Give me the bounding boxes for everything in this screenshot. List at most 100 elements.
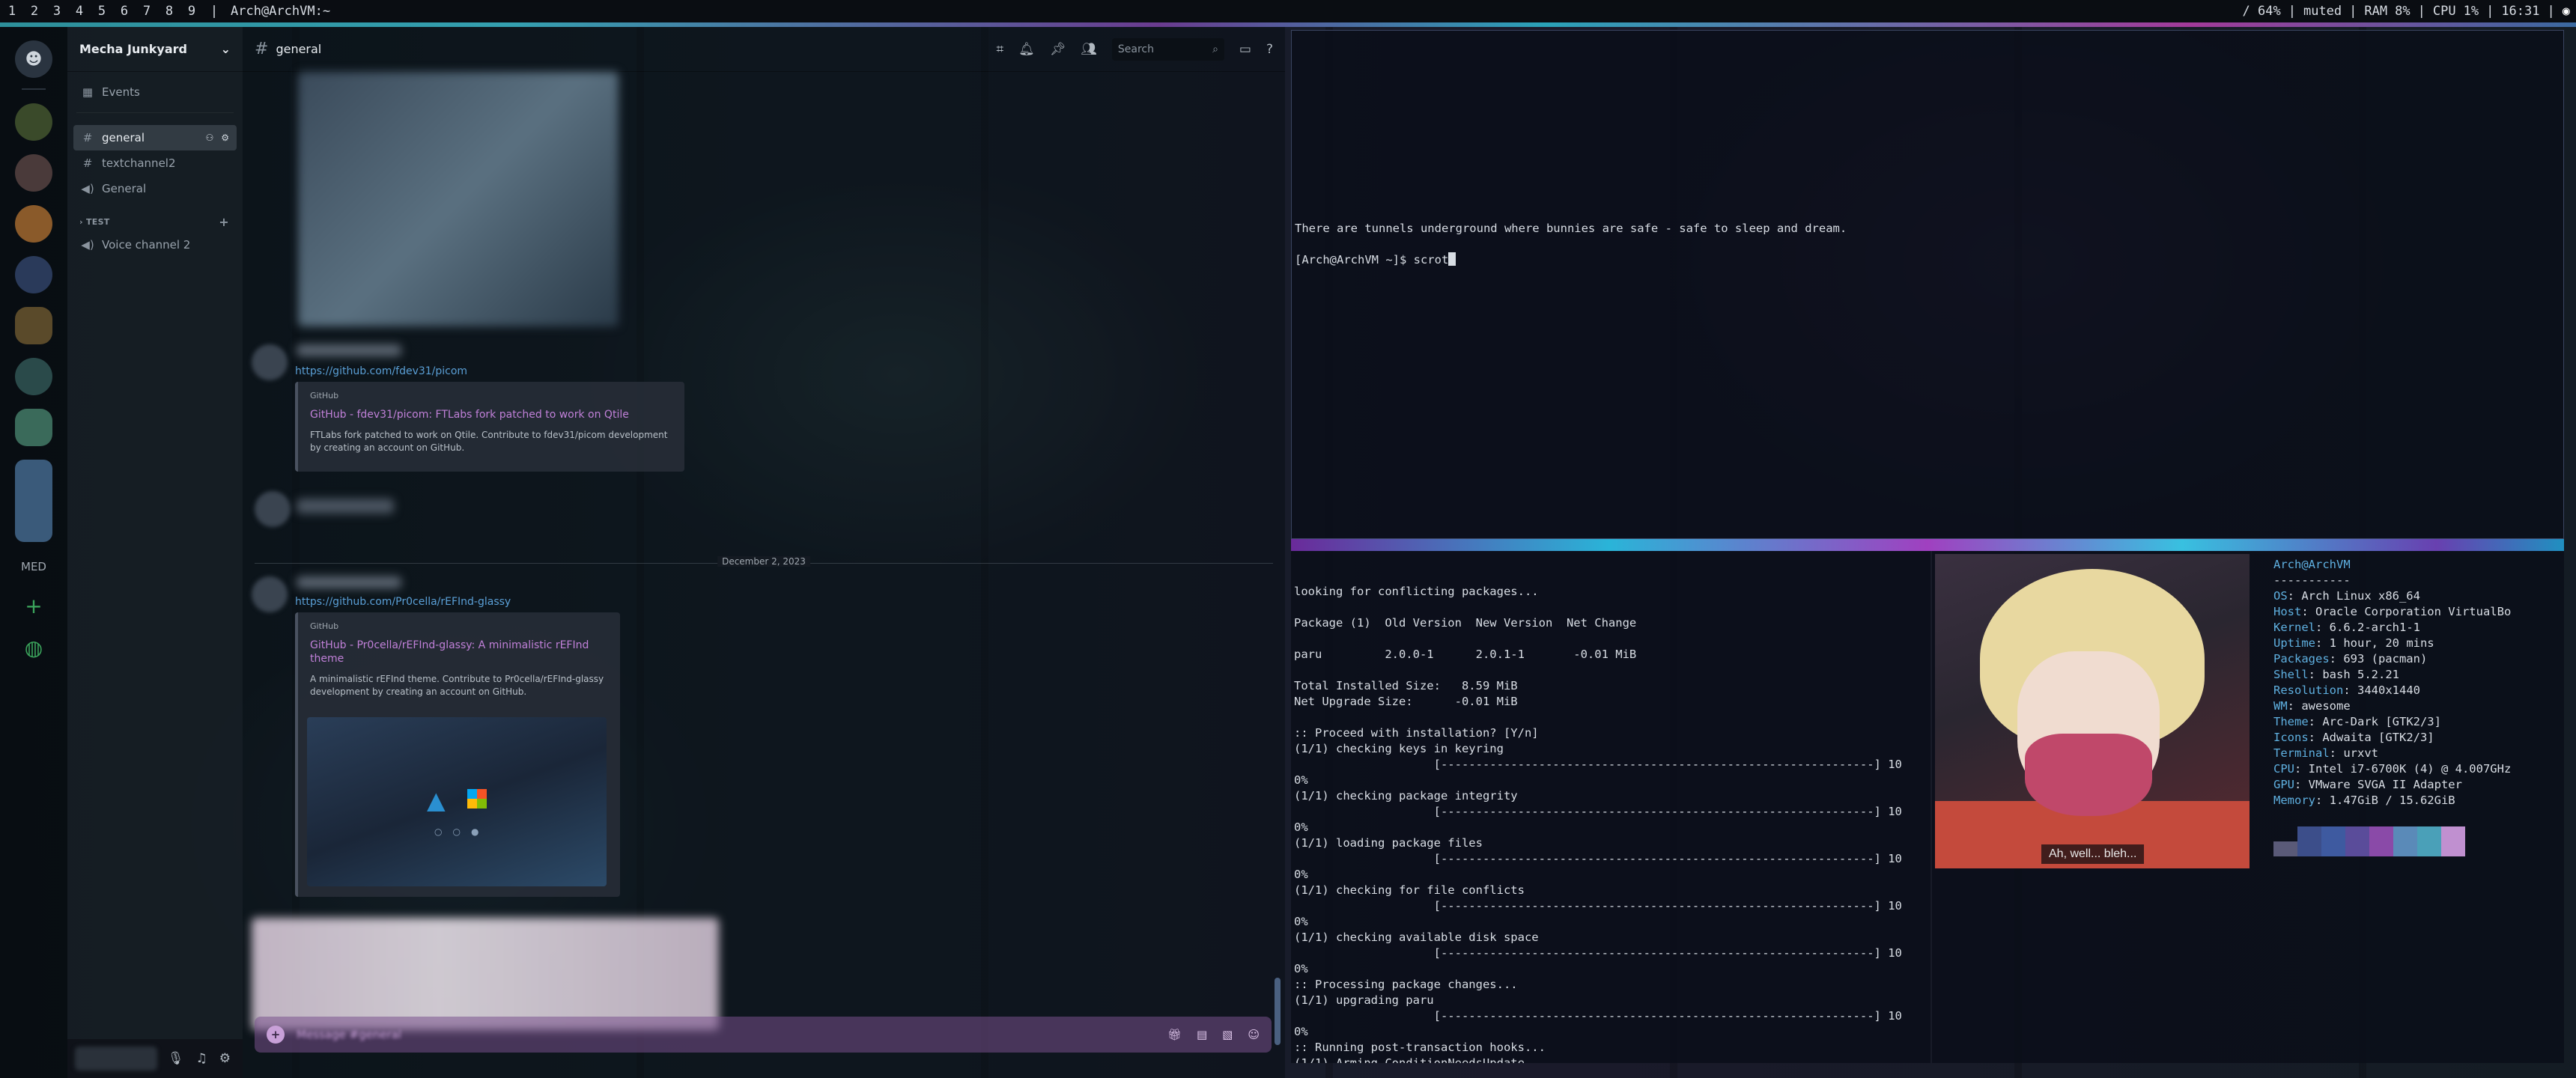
- neofetch-row: GPU: VMware SVGA II Adapter: [2273, 778, 2462, 791]
- search-placeholder: Search: [1117, 43, 1155, 55]
- guild-separator: [22, 88, 46, 90]
- guild-icon[interactable]: [15, 256, 52, 293]
- terminal-line: 0%: [1294, 915, 1308, 928]
- message-input[interactable]: + Message #general 🎁︎ ▤ ▧ ☺: [255, 1017, 1272, 1053]
- notification-bell-icon[interactable]: 🔔︎: [1018, 42, 1035, 57]
- embed-title[interactable]: GitHub - fdev31/picom: FTLabs fork patch…: [310, 408, 672, 421]
- workspace-7[interactable]: 7: [141, 4, 153, 19]
- workspace-1[interactable]: 1: [6, 4, 18, 19]
- help-icon[interactable]: ?: [1266, 42, 1273, 57]
- status-segment: |: [2417, 4, 2425, 19]
- calendar-icon: ▦: [82, 85, 94, 99]
- avatar[interactable]: [255, 491, 291, 527]
- gift-icon[interactable]: 🎁︎: [1167, 1028, 1182, 1041]
- channel-header: # general ⌗ 🔔︎ 📌︎ 👥︎ Search ⌕ ▭ ?: [243, 27, 1285, 72]
- neofetch-row: Uptime: 1 hour, 20 mins: [2273, 636, 2434, 650]
- guild-icon[interactable]: [15, 103, 52, 141]
- pin-icon[interactable]: 📌︎: [1050, 42, 1066, 57]
- discord-home-icon[interactable]: ☻: [15, 40, 52, 78]
- terminal-line: :: Processing package changes...: [1294, 978, 1518, 991]
- embed-provider: GitHub: [310, 621, 339, 631]
- category-header[interactable]: › TEST +: [67, 201, 243, 232]
- invite-icon[interactable]: ⚇: [205, 133, 213, 143]
- server-header[interactable]: Mecha Junkyard ⌄: [67, 27, 243, 72]
- terminal-line: :: Running post-transaction hooks...: [1294, 1041, 1546, 1054]
- channel-item-general[interactable]: # general ⚇ ⚙: [73, 125, 237, 150]
- embed-description: FTLabs fork patched to work on Qtile. Co…: [310, 430, 668, 453]
- terminal-line: looking for conflicting packages...: [1294, 585, 1539, 598]
- workspace-list: 1 2 3 4 5 6 7 8 9 |: [6, 4, 220, 19]
- workspace-2[interactable]: 2: [28, 4, 40, 19]
- date-divider-label: December 2, 2023: [717, 556, 810, 567]
- workspace-8[interactable]: 8: [163, 4, 175, 19]
- emoji-icon[interactable]: ☺: [1248, 1028, 1260, 1041]
- guild-icon-active[interactable]: [15, 409, 52, 446]
- blurred-image-attachment[interactable]: [252, 918, 719, 1030]
- inbox-icon[interactable]: ▭: [1239, 42, 1251, 57]
- palette-swatch: [2321, 826, 2345, 856]
- sticker-icon[interactable]: ▧: [1222, 1028, 1233, 1041]
- gif-icon[interactable]: ▤: [1197, 1028, 1207, 1041]
- events-item[interactable]: ▦ Events: [73, 79, 237, 105]
- terminal-line: (1/1) loading package files: [1294, 836, 1483, 850]
- add-server-icon[interactable]: +: [15, 587, 52, 624]
- neofetch-info: Arch@ArchVM ----------- OS: Arch Linux x86…: [2273, 557, 2511, 808]
- message-link[interactable]: https://github.com/fdev31/picom: [295, 365, 467, 377]
- channel-item-voice-channel-2[interactable]: ◀) Voice channel 2: [73, 232, 237, 258]
- workspace-5[interactable]: 5: [96, 4, 108, 19]
- attach-plus-icon[interactable]: +: [267, 1026, 285, 1044]
- chat-scrollbar[interactable]: [1275, 978, 1281, 1045]
- terminal-line: [---------------------------------------…: [1294, 899, 1902, 913]
- workspace-9[interactable]: 9: [186, 4, 198, 19]
- terminal-top[interactable]: There are tunnels underground where bunn…: [1291, 30, 2564, 539]
- gear-icon[interactable]: ⚙: [219, 1051, 231, 1066]
- status-segment: muted: [2303, 4, 2342, 19]
- terminal-line: Total Installed Size: 8.59 MiB: [1294, 679, 1518, 692]
- guild-icon[interactable]: [15, 307, 52, 344]
- terminal-line: [---------------------------------------…: [1294, 946, 1902, 960]
- guild-folder-label[interactable]: MED: [0, 560, 67, 573]
- channel-item-textchannel2[interactable]: # textchannel2: [73, 150, 237, 176]
- wallpaper-neon-strip: [1291, 539, 2564, 551]
- guild-icon[interactable]: [15, 460, 52, 542]
- headphones-icon[interactable]: ♫: [196, 1051, 207, 1066]
- username[interactable]: [297, 576, 401, 588]
- search-input[interactable]: Search ⌕: [1111, 37, 1224, 61]
- workspace-4[interactable]: 4: [73, 4, 85, 19]
- embed-title[interactable]: GitHub - Pr0cella/rEFInd-glassy: A minim…: [310, 639, 608, 666]
- terminal-pacman[interactable]: looking for conflicting packages... Pack…: [1291, 551, 1931, 1063]
- channel-title: general: [276, 42, 322, 56]
- workspace-3[interactable]: 3: [51, 4, 63, 19]
- discord-tray-icon[interactable]: ◉: [2563, 4, 2570, 19]
- avatar[interactable]: [252, 576, 288, 612]
- member-list-icon[interactable]: 👥︎: [1081, 42, 1097, 57]
- username[interactable]: [297, 344, 401, 356]
- terminal-line: There are tunnels underground where bunn…: [1295, 222, 1847, 235]
- terminal-line: (1/1) checking package integrity: [1294, 789, 1518, 803]
- blurred-message: [297, 499, 394, 514]
- palette-swatch: [2393, 826, 2417, 856]
- guild-icon[interactable]: [15, 358, 52, 395]
- channel-item-general-voice[interactable]: ◀) General: [73, 176, 237, 201]
- guild-icon[interactable]: [15, 154, 52, 192]
- explore-servers-icon[interactable]: ◍: [15, 629, 52, 666]
- gear-icon[interactable]: ⚙: [221, 133, 229, 143]
- user-info[interactable]: [75, 1047, 157, 1071]
- guild-icon[interactable]: [15, 205, 52, 243]
- message-link[interactable]: https://github.com/Pr0cella/rEFInd-glass…: [295, 596, 511, 608]
- embed-preview-image[interactable]: ▲ ○○●: [307, 717, 607, 886]
- workspace-6[interactable]: 6: [118, 4, 130, 19]
- microphone-icon[interactable]: 🎙︎: [168, 1051, 184, 1066]
- palette-swatch: [2417, 826, 2441, 856]
- avatar[interactable]: [252, 344, 288, 380]
- top-status-bar: 1 2 3 4 5 6 7 8 9 | Arch@ArchVM:~ / 64% | muted | RAM…: [0, 0, 2576, 22]
- terminal-line: (1/1) checking for file conflicts: [1294, 883, 1525, 897]
- add-channel-icon[interactable]: +: [219, 215, 229, 229]
- text-cursor: [1448, 252, 1456, 266]
- terminal-line: 0%: [1294, 820, 1308, 834]
- threads-icon[interactable]: ⌗: [997, 42, 1004, 57]
- status-segment: CPU: [2432, 4, 2456, 19]
- blurred-image-attachment[interactable]: [298, 72, 619, 326]
